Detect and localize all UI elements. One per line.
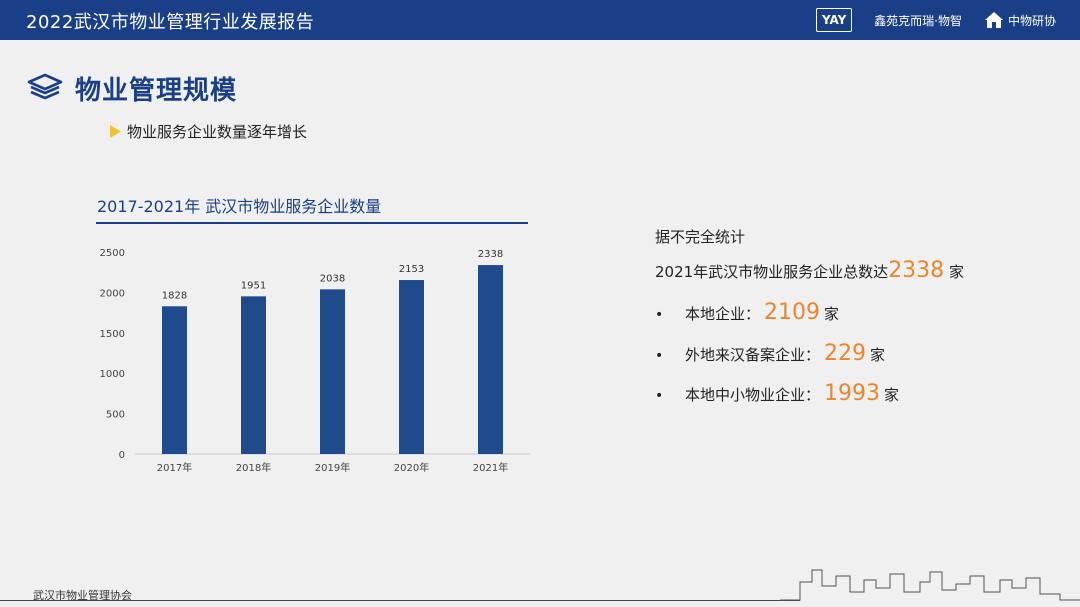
stats-item-label: 外地来汉备案企业： — [685, 346, 821, 364]
stats-item: • 外地来汉备案企业： 229 家 — [655, 341, 885, 366]
bullet-icon: • — [655, 307, 664, 323]
bar-value-label: 2038 — [320, 273, 345, 284]
stats-item-unit: 家 — [870, 346, 886, 364]
stats-heading: 据不完全统计 — [655, 228, 746, 246]
footer-divider — [0, 600, 800, 601]
stats-total-prefix: 2021年武汉市物业服务企业总数达 — [655, 263, 889, 281]
bullet-icon: • — [655, 388, 664, 404]
house-icon — [984, 12, 1003, 28]
y-tick-label: 1500 — [100, 329, 125, 340]
section-subtitle: 物业服务企业数量逐年增长 — [110, 121, 307, 142]
section-title: 物业管理规模 — [75, 76, 238, 106]
y-tick-label: 1000 — [100, 369, 125, 380]
stats-total: 2021年武汉市物业服务企业总数达2338 家 — [655, 258, 964, 283]
stats-item: • 本地企业： 2109 家 — [655, 300, 839, 325]
cric-logo: 鑫苑克而瑞·物智 — [874, 13, 962, 28]
bar-chart: 0 500 1000 1500 2000 2500 1828 2017年 1951 2018年 20… — [100, 248, 530, 474]
y-tick-label: 2500 — [100, 248, 125, 259]
yay-logo: YAY — [816, 8, 853, 32]
bar — [320, 289, 345, 454]
bullet-icon: • — [655, 348, 664, 364]
x-tick-label: 2019年 — [315, 461, 350, 474]
stats-item-label: 本地企业： — [685, 305, 761, 323]
stats-panel: 据不完全统计 2021年武汉市物业服务企业总数达2338 家 • 本地企业： 2… — [655, 226, 1055, 406]
bar-value-label: 2338 — [478, 249, 503, 260]
bar — [241, 296, 266, 454]
x-tick-label: 2020年 — [394, 461, 429, 474]
stats-item-label: 本地中小物业企业： — [685, 386, 821, 404]
stats-item: • 本地中小物业企业： 1993 家 — [655, 381, 899, 406]
bar-value-label: 1828 — [162, 290, 187, 301]
x-tick-label: 2017年 — [157, 461, 192, 474]
bar — [478, 265, 503, 454]
bar-value-label: 1951 — [241, 280, 266, 291]
stats-item-unit: 家 — [884, 386, 900, 404]
bar — [162, 306, 187, 454]
stats-item-value: 229 — [824, 341, 867, 366]
stack-layers-icon — [27, 73, 63, 100]
y-tick-label: 500 — [106, 410, 125, 421]
bar-value-label: 2153 — [399, 264, 424, 275]
y-tick-label: 2000 — [100, 288, 125, 299]
stats-item-unit: 家 — [824, 305, 840, 323]
zhongwu-logo-text: 中物研协 — [1007, 13, 1056, 28]
x-tick-label: 2018年 — [236, 461, 271, 474]
stats-item-value: 2109 — [764, 300, 821, 325]
triangle-bullet-icon — [110, 125, 121, 138]
chart-title: 2017-2021年 武汉市物业服务企业数量 — [97, 197, 382, 216]
stats-item-value: 1993 — [824, 381, 881, 406]
zhongwu-logo: 中物研协 — [984, 11, 1056, 29]
stats-total-value: 2338 — [888, 258, 945, 283]
partner-logos: YAY 鑫苑克而瑞·物智 中物研协 — [816, 8, 1056, 32]
section-subtitle-text: 物业服务企业数量逐年增长 — [127, 123, 308, 141]
bar — [399, 280, 424, 454]
stats-total-unit: 家 — [948, 263, 964, 281]
city-skyline-icon — [780, 569, 1080, 601]
chart-title-underline — [96, 222, 528, 224]
x-tick-label: 2021年 — [473, 461, 508, 474]
report-title: 2022武汉市物业管理行业发展报告 — [26, 12, 315, 33]
y-tick-label: 0 — [119, 450, 125, 461]
top-banner: 2022武汉市物业管理行业发展报告 YAY 鑫苑克而瑞·物智 中物研协 — [0, 0, 1080, 40]
